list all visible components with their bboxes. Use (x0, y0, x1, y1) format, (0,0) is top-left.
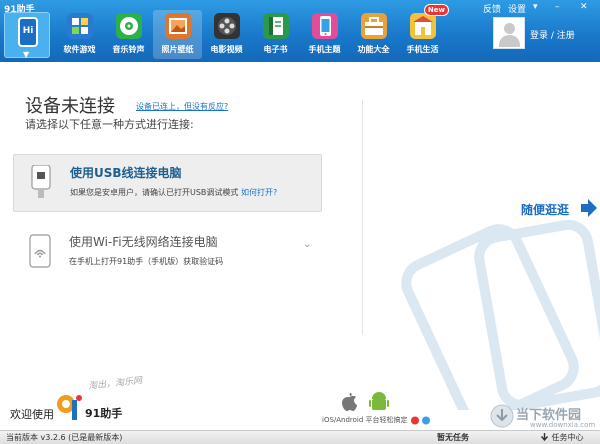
usb-connect-option[interactable]: 使用USB线连接电脑 如果您是安卓用户，请确认已打开USB调试模式 如何打开? (13, 154, 322, 212)
nav-all-functions[interactable]: 功能大全 (349, 10, 398, 59)
version-text: 当前版本 v3.2.6 (已是最新版本) (6, 433, 123, 442)
nav-label: 功能大全 (357, 45, 390, 54)
top-toolbar: 91助手 Hi ▼ 软件游戏 音乐铃声 照片壁纸 电影视频 电子书 手机主题 功… (0, 0, 600, 62)
nav-photos-wallpapers[interactable]: 照片壁纸 (153, 10, 202, 59)
nav-label: 照片壁纸 (161, 45, 194, 54)
wifi-connect-option[interactable]: 使用Wi-Fi无线网络连接电脑 在手机上打开91助手（手机版）获取验证码 ⌄ (13, 224, 322, 282)
nav-software-games[interactable]: 软件游戏 (55, 10, 104, 59)
page-title: 设备未连接 (25, 96, 115, 117)
minimize-button[interactable]: – (555, 2, 560, 12)
watermark-subtitle: www.downxia.com (530, 421, 596, 429)
film-icon (213, 13, 240, 39)
apps-icon (66, 13, 93, 39)
arrow-right-icon[interactable] (578, 198, 598, 218)
phone-theme-icon (311, 13, 338, 39)
usb-icon (30, 164, 52, 199)
nav-label: 电子书 (263, 45, 288, 54)
platform-text: iOS/Android 平台轻松搞定 (322, 415, 432, 425)
music-icon (115, 13, 142, 39)
connect-instruction: 请选择以下任意一种方式进行连接: (25, 118, 194, 131)
welcome-text: 欢迎使用 (10, 408, 54, 421)
wifi-option-title: 使用Wi-Fi无线网络连接电脑 (69, 235, 218, 249)
how-to-enable-link[interactable]: 如何打开? (241, 188, 277, 197)
home-button[interactable]: Hi ▼ (4, 12, 50, 59)
photo-icon (164, 13, 191, 39)
apple-icon (342, 393, 357, 411)
menu-button[interactable]: ▾ (533, 2, 538, 12)
close-button[interactable]: ✕ (580, 2, 588, 12)
slogan: 淘出，淘乐网 (87, 376, 143, 392)
new-badge: New (423, 4, 449, 16)
download-icon (490, 404, 514, 428)
stroll-link[interactable]: 随便逛逛 (521, 201, 569, 218)
phones-illustration (401, 219, 600, 410)
nav-phone-life[interactable]: New 手机生活 (398, 4, 449, 59)
platform-icons (340, 392, 400, 415)
nav-ebooks[interactable]: 电子书 (251, 10, 300, 59)
connected-help-link[interactable]: 设备已连上，但没有反应? (136, 101, 228, 112)
nav-phone-themes[interactable]: 手机主题 (300, 10, 349, 59)
share-icons[interactable] (410, 416, 432, 425)
usb-option-title: 使用USB线连接电脑 (70, 166, 182, 180)
wifi-option-desc: 在手机上打开91助手（手机版）获取验证码 (69, 257, 224, 266)
status-bar: 当前版本 v3.2.6 (已是最新版本) 暂无任务 任务中心 (0, 430, 600, 444)
expand-icon[interactable]: ⌄ (303, 239, 311, 250)
nav-music-ringtones[interactable]: 音乐铃声 (104, 10, 153, 59)
avatar[interactable] (493, 17, 525, 49)
book-icon (262, 13, 289, 39)
settings-link[interactable]: 设置 (508, 2, 526, 15)
chevron-down-icon: ▼ (23, 50, 30, 59)
feedback-link[interactable]: 反馈 (483, 2, 501, 15)
nav-movies-videos[interactable]: 电影视频 (202, 10, 251, 59)
life-icon (409, 13, 436, 39)
main-nav: 软件游戏 音乐铃声 照片壁纸 电影视频 电子书 手机主题 功能大全 New 手机… (55, 4, 449, 60)
wifi-phone-icon (29, 234, 51, 268)
nav-label: 音乐铃声 (112, 45, 145, 54)
android-icon (369, 392, 389, 410)
task-center-button[interactable]: 任务中心 (540, 432, 584, 443)
vertical-divider (362, 100, 363, 335)
nav-label: 软件游戏 (63, 45, 96, 54)
download-arrow-icon (540, 433, 549, 442)
nav-label: 手机主题 (308, 45, 341, 54)
phone-icon: Hi (18, 17, 38, 47)
logo-name: 91助手 (85, 407, 123, 420)
nav-label: 电影视频 (210, 45, 243, 54)
91-logo-icon (57, 395, 82, 420)
toolbox-icon (360, 13, 387, 39)
usb-option-desc: 如果您是安卓用户，请确认已打开USB调试模式 如何打开? (70, 188, 278, 197)
nav-label: 手机生活 (406, 45, 439, 54)
task-status: 暂无任务 (437, 433, 469, 442)
login-register-link[interactable]: 登录 / 注册 (530, 28, 575, 41)
